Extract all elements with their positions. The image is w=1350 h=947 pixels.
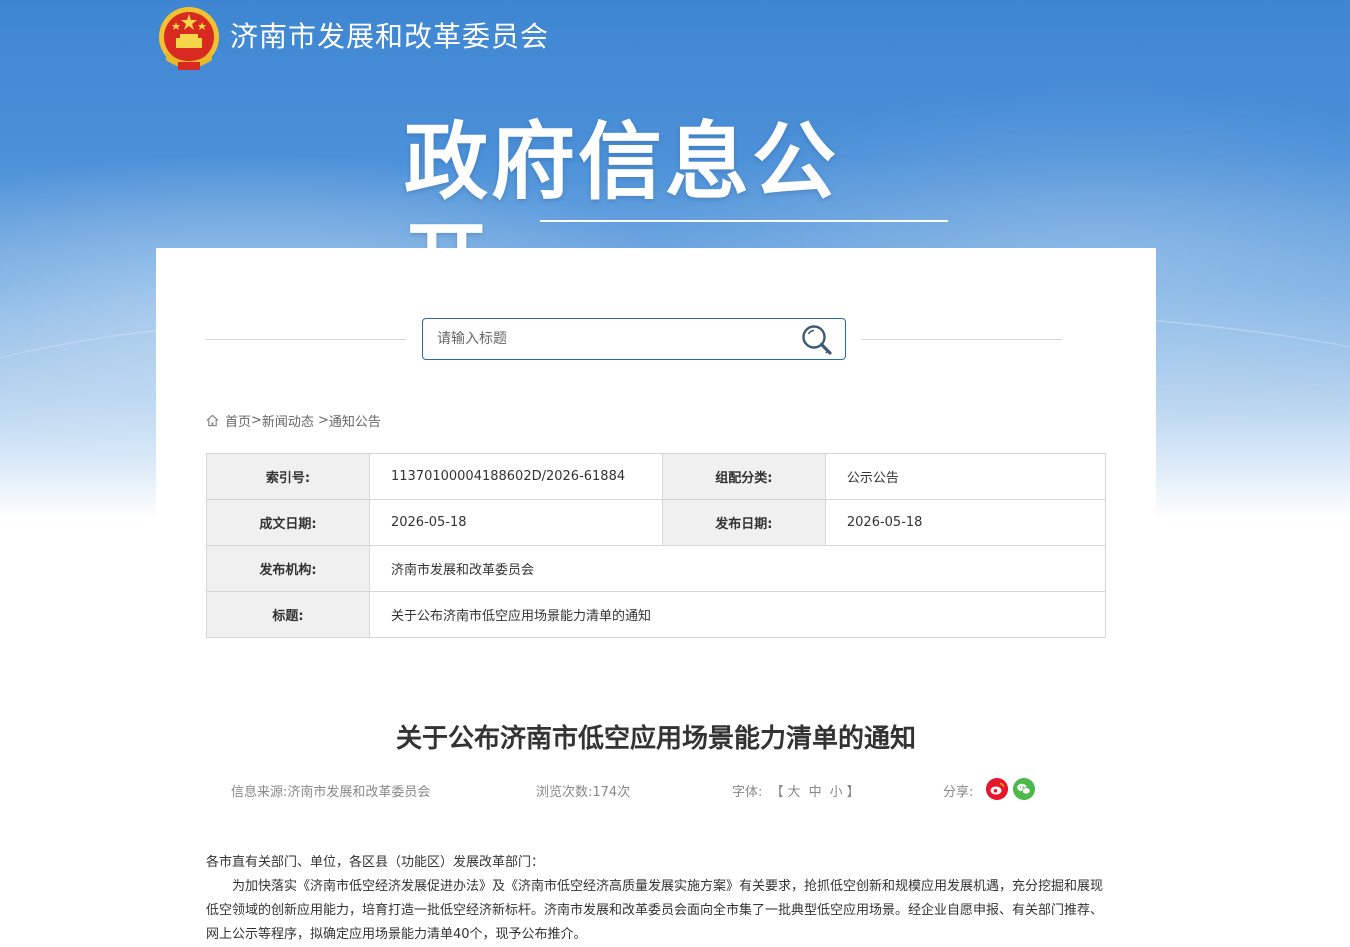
- views-label: 浏览次数:: [536, 785, 593, 800]
- content-card: 首页 > 新闻动态 > 通知公告 索引号: 11370100004188602D…: [156, 248, 1156, 942]
- category-label: 组配分类:: [661, 453, 826, 500]
- published-date-value: 2026-05-18: [824, 499, 1107, 546]
- divider: [206, 339, 406, 340]
- font-bracket-close: 】: [846, 785, 860, 800]
- breadcrumb: 首页 > 新闻动态 > 通知公告: [206, 411, 381, 430]
- written-date-label: 成文日期:: [206, 499, 370, 546]
- meta-table: 索引号: 11370100004188602D/2026-61884 组配分类:…: [206, 453, 1107, 638]
- breadcrumb-separator: >: [317, 413, 329, 428]
- font-label: 字体:: [732, 785, 763, 800]
- source-value: 济南市发展和改革委员会: [287, 785, 431, 800]
- font-size-control: 字体: 【大中小】: [732, 781, 860, 800]
- views-info: 浏览次数:174次: [536, 781, 630, 800]
- table-row: 发布机构: 济南市发展和改革委员会: [206, 545, 1107, 592]
- weibo-share-icon[interactable]: [986, 778, 1008, 800]
- title-value: 关于公布济南市低空应用场景能力清单的通知: [368, 591, 1107, 638]
- table-row: 索引号: 11370100004188602D/2026-61884 组配分类:…: [206, 453, 1107, 500]
- font-medium-button[interactable]: 中: [809, 785, 822, 800]
- search-box: [422, 318, 846, 360]
- font-bracket-open: 【: [770, 785, 784, 800]
- written-date-value: 2026-05-18: [368, 499, 663, 546]
- hero-underline: [540, 220, 948, 222]
- wechat-share-icon[interactable]: [1013, 778, 1035, 800]
- source-label: 信息来源:: [231, 785, 288, 800]
- breadcrumb-news[interactable]: 新闻动态: [262, 411, 314, 430]
- article-body: 各市直有关部门、单位，各区县（功能区）发展改革部门： 为加快落实《济南市低空经济…: [206, 851, 1106, 947]
- font-small-button[interactable]: 小: [830, 785, 843, 800]
- breadcrumb-separator: >: [251, 413, 262, 428]
- org-value: 济南市发展和改革委员会: [368, 545, 1107, 592]
- site-name[interactable]: 济南市发展和改革委员会: [230, 15, 549, 55]
- search-row: [206, 318, 1062, 360]
- published-date-label: 发布日期:: [661, 499, 826, 546]
- font-large-button[interactable]: 大: [788, 785, 801, 800]
- title-label: 标题:: [206, 591, 370, 638]
- breadcrumb-notices[interactable]: 通知公告: [329, 411, 381, 430]
- source-info: 信息来源:济南市发展和改革委员会: [231, 781, 430, 800]
- national-emblem-icon[interactable]: [156, 4, 222, 74]
- table-row: 成文日期: 2026-05-18 发布日期: 2026-05-18: [206, 499, 1107, 546]
- table-row: 标题: 关于公布济南市低空应用场景能力清单的通知: [206, 591, 1107, 638]
- home-icon: [206, 414, 219, 427]
- article-paragraph: 为加快落实《济南市低空经济发展促进办法》及《济南市低空经济高质量发展实施方案》有…: [206, 879, 1104, 942]
- views-value: 174次: [592, 785, 631, 800]
- org-label: 发布机构:: [206, 545, 370, 592]
- index-label: 索引号:: [206, 453, 370, 500]
- search-input[interactable]: [437, 327, 777, 351]
- share-label: 分享:: [943, 785, 974, 800]
- category-value: 公示公告: [824, 453, 1107, 500]
- breadcrumb-home[interactable]: 首页: [225, 411, 251, 430]
- article-title: 关于公布济南市低空应用场景能力清单的通知: [395, 724, 916, 754]
- article-info-bar: 信息来源:济南市发展和改革委员会 浏览次数:174次 字体: 【大中小】 分享:: [156, 778, 1156, 802]
- search-icon[interactable]: [799, 322, 835, 358]
- index-value: 11370100004188602D/2026-61884: [368, 453, 663, 500]
- divider: [862, 339, 1062, 340]
- article-greeting: 各市直有关部门、单位，各区县（功能区）发展改革部门：: [206, 855, 545, 870]
